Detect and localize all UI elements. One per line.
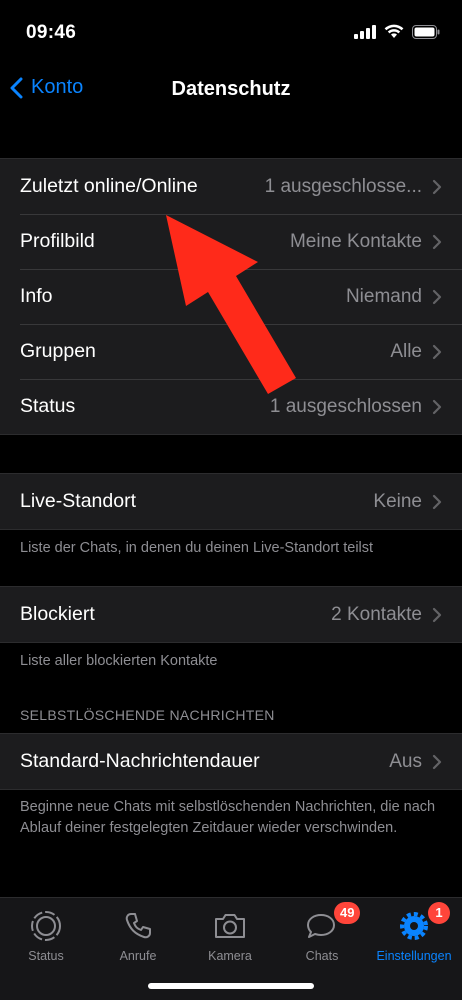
row-value: 2 Kontakte [331,603,422,625]
row-value: 1 ausgeschlosse... [264,175,422,197]
tab-calls[interactable]: Anrufe [92,906,184,963]
status-time: 09:46 [26,22,77,43]
row-blocked[interactable]: Blockiert 2 Kontakte [0,587,462,642]
row-groups[interactable]: Gruppen Alle [0,324,462,379]
row-profile-photo[interactable]: Profilbild Meine Kontakte [0,214,462,269]
row-label: Profilbild [20,230,95,252]
row-label: Status [20,395,76,417]
row-value: Niemand [345,285,422,307]
tab-label: Anrufe [119,949,157,963]
live-location-group: Live-Standort Keine [0,473,462,530]
tab-settings[interactable]: Einstellungen 1 [368,902,460,963]
tab-status[interactable]: Status [0,906,92,963]
navigation-bar: Konto Datenschutz [0,62,462,118]
row-live-location[interactable]: Live-Standort Keine [0,474,462,529]
chevron-right-icon [432,289,442,304]
privacy-settings-group: Zuletzt online/Online 1 ausgeschlosse...… [0,158,462,435]
page-title: Datenschutz [171,78,291,100]
tab-camera[interactable]: Kamera [184,906,276,963]
row-value: Aus [389,750,422,772]
disappearing-group: Standard-Nachrichtendauer Aus [0,733,462,790]
row-value: Alle [390,340,422,362]
row-value: 1 ausgeschlossen [269,395,422,417]
status-icons [354,24,440,39]
status-bar: 09:46 [0,0,462,60]
tab-chats[interactable]: Chats 49 [276,902,368,963]
row-status[interactable]: Status 1 ausgeschlossen [0,379,462,434]
chevron-right-icon [432,179,442,194]
status-ring-icon [31,911,61,941]
row-label: Zuletzt online/Online [20,175,198,197]
blocked-footnote: Liste aller blockierten Kontakte [20,653,218,669]
row-label: Live-Standort [20,490,136,512]
wifi-icon [384,24,404,38]
row-last-seen[interactable]: Zuletzt online/Online 1 ausgeschlosse... [0,159,462,214]
row-label: Gruppen [20,340,96,362]
battery-icon [412,24,440,39]
chevron-right-icon [432,344,442,359]
row-label: Info [20,285,53,307]
row-label: Standard-Nachrichtendauer [20,750,260,772]
tab-label: Status [28,949,64,963]
phone-icon [125,913,151,939]
tab-label: Chats [305,949,339,963]
tab-label: Einstellungen [376,949,452,963]
chevron-right-icon [432,607,442,622]
cellular-signal-icon [354,24,376,39]
chevron-right-icon [432,754,442,769]
home-indicator [148,983,314,989]
row-value: Meine Kontakte [289,230,422,252]
row-info[interactable]: Info Niemand [0,269,462,324]
camera-icon [215,914,245,938]
tab-label: Kamera [208,949,252,963]
unread-badge: 49 [334,902,361,924]
notification-badge: 1 [428,902,450,924]
row-value: Keine [373,490,422,512]
row-label: Blockiert [20,603,95,625]
section-header-disappearing: SELBSTLÖSCHENDE NACHRICHTEN [20,707,275,723]
row-default-timer[interactable]: Standard-Nachrichtendauer Aus [0,734,462,789]
chevron-right-icon [432,494,442,509]
blocked-group: Blockiert 2 Kontakte [0,586,462,643]
disappearing-footnote: Beginne neue Chats mit selbstlöschenden … [20,799,436,836]
gear-icon [400,912,428,940]
chevron-right-icon [432,234,442,249]
chevron-right-icon [432,399,442,414]
live-location-footnote: Liste der Chats, in denen du deinen Live… [20,540,374,556]
